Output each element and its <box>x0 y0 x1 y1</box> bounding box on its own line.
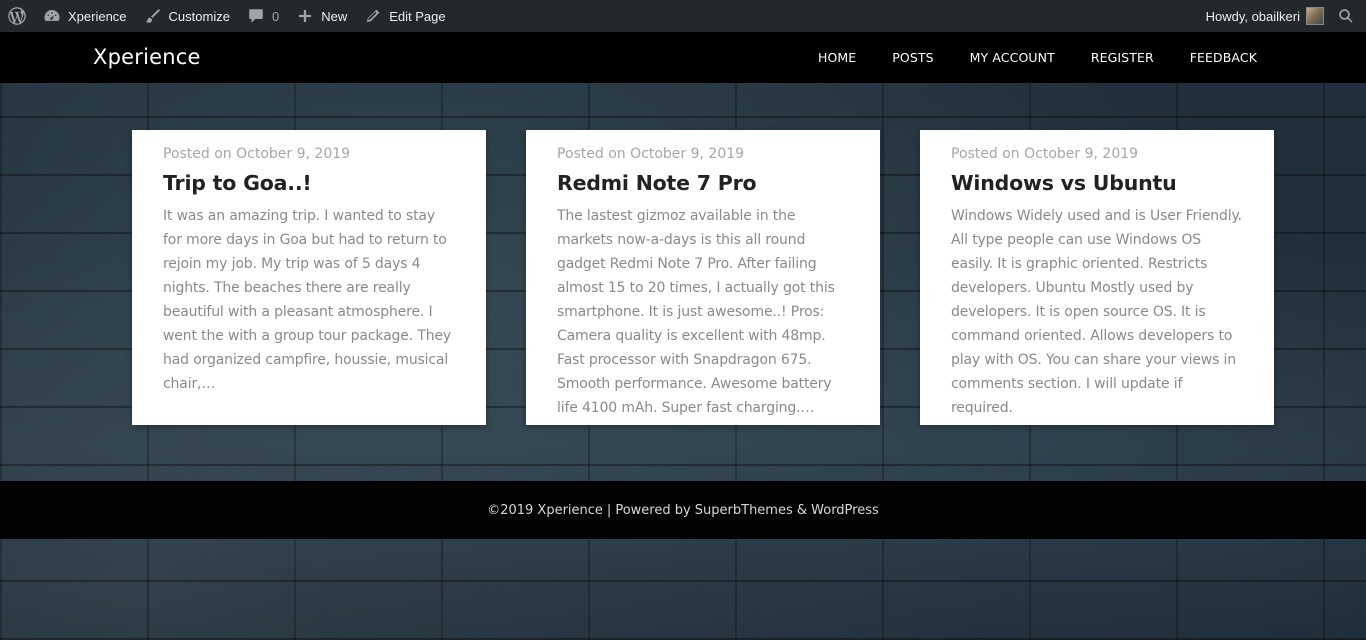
post-title[interactable]: Trip to Goa..! <box>163 171 456 195</box>
comments-link[interactable]: 0 <box>238 0 287 32</box>
site-title[interactable]: Xperience <box>93 45 201 69</box>
plus-icon <box>295 6 315 26</box>
footer-powered-by[interactable]: Powered by SuperbThemes & WordPress <box>615 503 878 518</box>
nav-register[interactable]: REGISTER <box>1091 50 1154 65</box>
site-name-label: Xperience <box>68 8 127 24</box>
post-title[interactable]: Windows vs Ubuntu <box>951 171 1244 195</box>
edit-page-link[interactable]: Edit Page <box>355 0 453 32</box>
nav-posts[interactable]: POSTS <box>892 50 933 65</box>
customize-label: Customize <box>168 8 230 24</box>
post-card: Posted on October 9, 2019 Trip to Goa..!… <box>132 130 486 425</box>
post-excerpt: The lastest gizmoz available in the mark… <box>557 208 835 416</box>
post-card: Posted on October 9, 2019 Redmi Note 7 P… <box>526 130 880 425</box>
my-account-menu[interactable]: Howdy, obailkeri <box>1198 0 1328 32</box>
dashboard-icon <box>42 6 62 26</box>
comments-count: 0 <box>271 8 280 24</box>
edit-page-label: Edit Page <box>389 8 446 24</box>
nav-my-account[interactable]: MY ACCOUNT <box>970 50 1055 65</box>
post-date[interactable]: Posted on October 9, 2019 <box>163 146 456 162</box>
customize-link[interactable]: Customize <box>135 0 238 32</box>
new-label: New <box>321 8 348 24</box>
post-date[interactable]: Posted on October 9, 2019 <box>557 146 850 162</box>
admin-search[interactable] <box>1328 0 1366 32</box>
howdy-label: Howdy, obailkeri <box>1205 8 1300 24</box>
post-grid: Posted on October 9, 2019 Trip to Goa..!… <box>132 130 1274 425</box>
wordpress-menu[interactable] <box>0 0 34 32</box>
main-navigation: HOME POSTS MY ACCOUNT REGISTER FEEDBACK <box>818 32 1257 83</box>
brush-icon <box>143 6 163 26</box>
comment-icon <box>246 6 266 26</box>
post-excerpt: It was an amazing trip. I wanted to stay… <box>163 208 452 392</box>
post-date[interactable]: Posted on October 9, 2019 <box>951 146 1244 162</box>
footer-separator: | <box>606 502 612 518</box>
post-excerpt: Windows Widely used and is User Friendly… <box>951 208 1242 416</box>
search-icon <box>1336 6 1356 26</box>
new-content-menu[interactable]: New <box>287 0 355 32</box>
footer-copyright: ©2019 Xperience <box>487 502 603 518</box>
site-name-menu[interactable]: Xperience <box>34 0 135 32</box>
pencil-icon <box>363 6 383 26</box>
site-header: Xperience HOME POSTS MY ACCOUNT REGISTER… <box>0 32 1366 83</box>
nav-home[interactable]: HOME <box>818 50 856 65</box>
site-footer: ©2019 Xperience | Powered by SuperbTheme… <box>0 481 1366 539</box>
admin-bar-secondary: Howdy, obailkeri <box>1198 0 1366 32</box>
avatar <box>1306 7 1324 25</box>
wordpress-logo-icon <box>7 6 27 26</box>
post-card: Posted on October 9, 2019 Windows vs Ubu… <box>920 130 1274 425</box>
nav-feedback[interactable]: FEEDBACK <box>1190 50 1257 65</box>
admin-bar: Xperience Customize 0 New Edit Page Howd… <box>0 0 1366 32</box>
post-title[interactable]: Redmi Note 7 Pro <box>557 171 850 195</box>
